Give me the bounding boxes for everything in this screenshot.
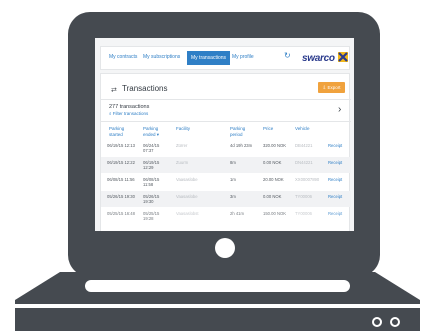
cell-started: 06/19/15 12:22 [107, 160, 135, 165]
tab-my-contracts[interactable]: My contracts [109, 54, 137, 60]
search-icon: ⌕ [109, 111, 112, 116]
screen: My contracts My subscriptions My transac… [95, 38, 354, 231]
cell-price: 20.00 NOK [263, 177, 284, 182]
logo-mark-icon [338, 52, 348, 62]
cell-started: 06/08/15 11:56 [107, 177, 135, 182]
receipt-link[interactable]: Receipt [328, 143, 342, 148]
cell-started: 06/19/15 12:13 [107, 143, 135, 148]
cell-facility: Vaasaslobst [176, 211, 199, 216]
cell-vehicle: TY00006 [295, 211, 312, 216]
chevron-right-icon[interactable]: › [338, 104, 341, 115]
receipt-link[interactable]: Receipt [328, 160, 342, 165]
filter-link[interactable]: ⌕ Filter transactions [109, 111, 148, 116]
page-title: Transactions [122, 84, 168, 93]
top-nav: My contracts My subscriptions My transac… [100, 46, 350, 70]
filter-label: Filter transactions [112, 111, 149, 116]
transactions-icon: ⇄ [111, 87, 117, 94]
cell-ended: 05/25/15 19:28 [143, 211, 160, 221]
export-button[interactable]: ⇩ Export [318, 82, 345, 93]
cell-period: 2h 41m [230, 211, 244, 216]
keyboard-base [15, 272, 420, 304]
col-price[interactable]: Price [263, 126, 273, 132]
device-deck [15, 308, 420, 331]
refresh-icon[interactable]: ↻ [284, 51, 291, 60]
col-parking-ended[interactable]: Parking ended ▾ [143, 126, 171, 138]
divider [101, 121, 351, 122]
status-light-icon [372, 317, 382, 327]
tab-my-profile[interactable]: My profile [232, 54, 254, 60]
receipt-link[interactable]: Receipt [328, 177, 342, 182]
cell-period: 4d 19h 23m [230, 143, 253, 148]
cell-price: 320.00 NOK [263, 143, 287, 148]
cell-price: 0.00 NOK [263, 160, 282, 165]
cell-facility: Vaasaslobe [176, 194, 198, 199]
col-parking-started[interactable]: Parking started [109, 126, 137, 138]
cell-facility: Vaasaslobe [176, 177, 198, 182]
power-button [215, 238, 235, 258]
table-row[interactable]: 06/19/15 12:22 06/19/15 12:29 Zuurm 8m 0… [101, 157, 351, 173]
cell-vehicle: DB44221 [295, 143, 313, 148]
col-parking-period[interactable]: Parking period [230, 126, 258, 138]
receipt-link[interactable]: Receipt [328, 194, 342, 199]
cell-price: 0.00 NOK [263, 194, 282, 199]
cell-ended: 06/08/15 11:58 [143, 177, 160, 187]
divider [101, 99, 351, 100]
cell-period: 1m [230, 177, 236, 182]
table-row[interactable]: 05/26/15 19:30 05/26/15 19:30 Vaasaslobe… [101, 191, 351, 207]
cell-facility: Zürrer [176, 143, 188, 148]
transactions-panel: ⇄ Transactions ⇩ Export 277 transactions… [100, 73, 351, 231]
cell-vehicle: XX00007890 [295, 177, 320, 182]
cell-started: 05/26/15 19:30 [107, 194, 135, 199]
cell-ended: 06/19/15 12:29 [143, 160, 160, 170]
cell-period: 8m [230, 160, 236, 165]
tab-my-subscriptions[interactable]: My subscriptions [143, 54, 180, 60]
cell-vehicle: TY00006 [295, 194, 312, 199]
cell-vehicle: DN44221 [295, 160, 313, 165]
table-row[interactable]: 06/08/15 11:56 06/08/15 11:58 Vaasaslobe… [101, 174, 351, 190]
receipt-link[interactable]: Receipt [328, 211, 342, 216]
tab-my-transactions[interactable]: My transactions [187, 51, 231, 65]
status-light-icon [390, 317, 400, 327]
cell-facility: Zuurm [176, 160, 189, 165]
cell-started: 05/25/15 16:48 [107, 211, 135, 216]
col-facility[interactable]: Facility [176, 126, 190, 132]
cell-ended: 06/24/15 07:37 [143, 143, 160, 153]
table-row[interactable]: 05/25/15 16:48 05/25/15 19:28 Vaasaslobs… [101, 208, 351, 224]
export-label: Export [327, 85, 341, 90]
cell-period: 3m [230, 194, 236, 199]
table-row[interactable]: 06/19/15 12:13 06/24/15 07:37 Zürrer 4d … [101, 140, 351, 156]
cell-price: 150.00 NOK [263, 211, 287, 216]
col-vehicle[interactable]: Vehicle [295, 126, 310, 132]
cell-ended: 05/26/15 19:30 [143, 194, 160, 204]
swarco-logo: swarco [302, 50, 348, 68]
transaction-count: 277 transactions [109, 104, 150, 110]
